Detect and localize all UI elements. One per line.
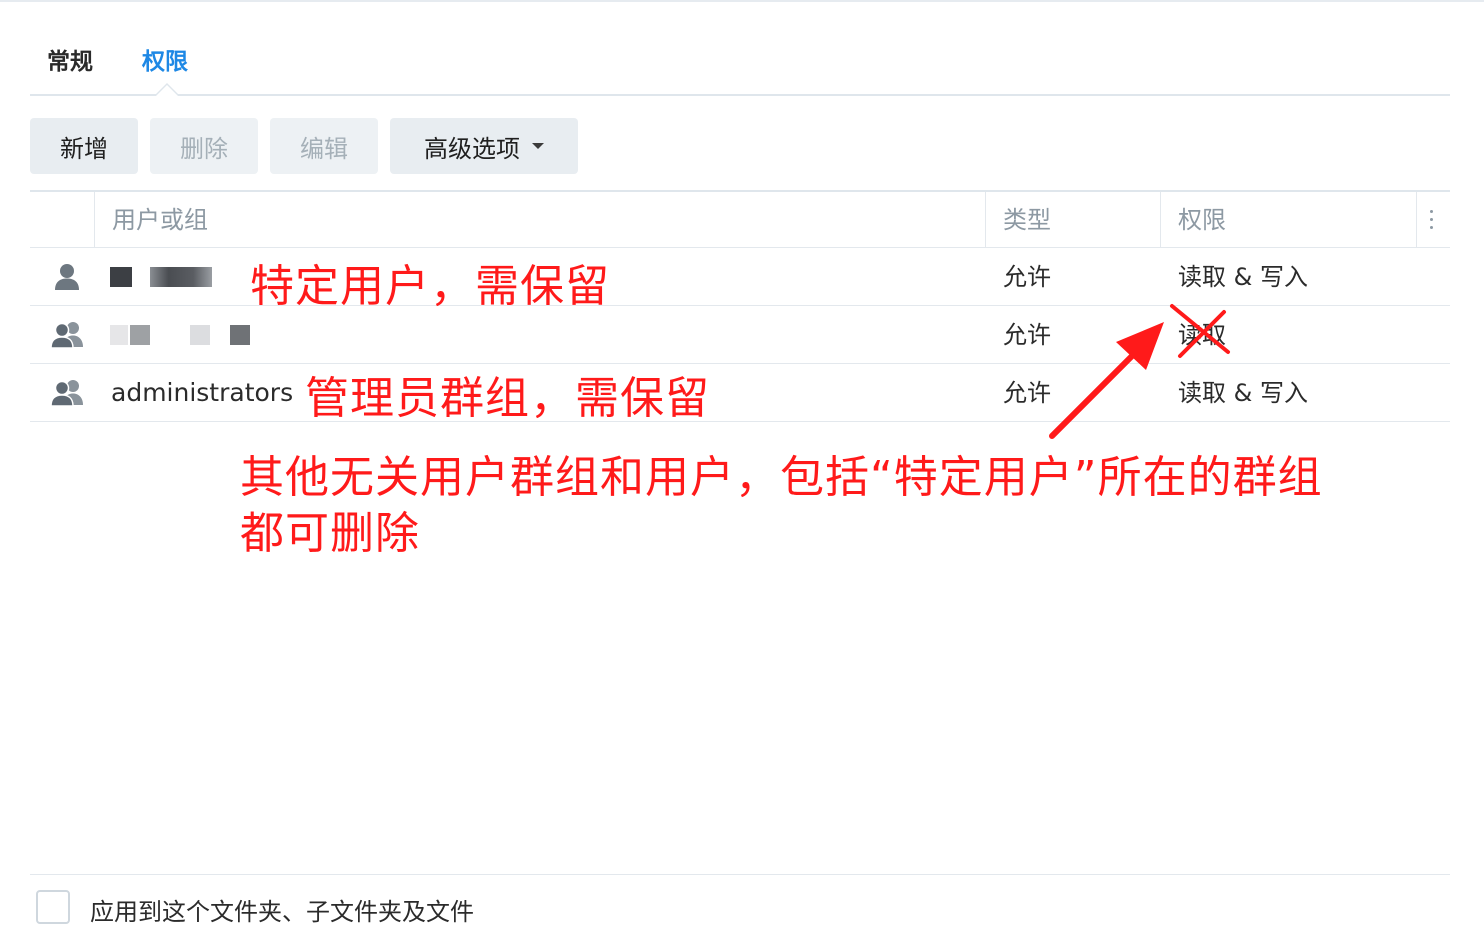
- arrow-icon: [1049, 322, 1164, 439]
- cross-mark-icon: [1170, 304, 1230, 358]
- apply-to-subfolders-label[interactable]: 应用到这个文件夹、子文件夹及文件: [90, 892, 474, 927]
- apply-to-subfolders-checkbox[interactable]: [36, 890, 70, 924]
- footer-divider: [30, 874, 1450, 875]
- annotation-overlay: [1049, 304, 1230, 439]
